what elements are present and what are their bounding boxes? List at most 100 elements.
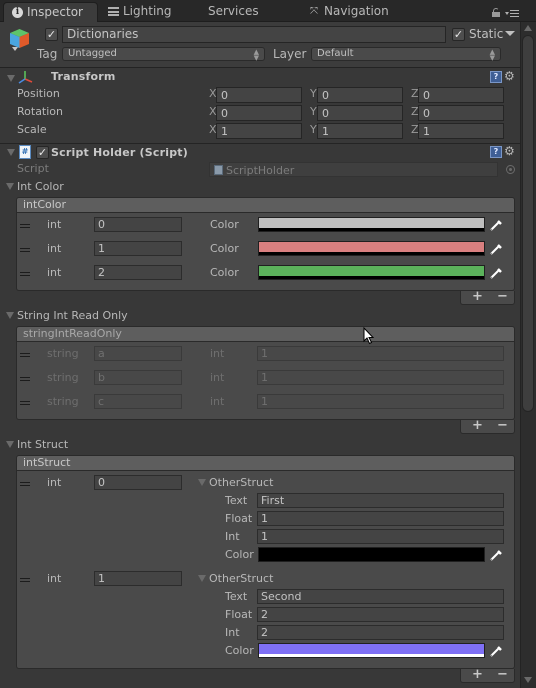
eyedropper-icon[interactable] — [489, 266, 503, 280]
remove-element-button[interactable]: − — [497, 290, 508, 304]
eyedropper-icon[interactable] — [489, 548, 503, 562]
int-color-foldout-label: Int Color — [17, 180, 64, 193]
tab-inspector[interactable]: i Inspector — [3, 2, 98, 22]
tab-navigation[interactable]: ⤧ Navigation — [310, 2, 420, 22]
color-field-label: Color — [225, 548, 254, 561]
axis-y-label: Y — [310, 87, 317, 100]
string-int-list-footer: + − — [460, 419, 515, 434]
tag-label: Tag — [37, 47, 58, 61]
alpha-bar — [259, 228, 484, 231]
int-struct-list-header: intStruct — [16, 455, 515, 471]
static-dropdown-arrow-icon[interactable] — [505, 31, 515, 36]
axis-y-label: Y — [310, 123, 317, 136]
scale-y-input[interactable]: 1 — [317, 123, 403, 139]
color-field-label: Color — [225, 644, 254, 657]
struct-text-input[interactable]: First — [257, 493, 504, 508]
tag-dropdown[interactable]: Untagged ▲ ▼ — [62, 47, 265, 62]
rotation-x-input[interactable]: 0 — [216, 105, 302, 121]
add-element-button[interactable]: + — [472, 290, 483, 304]
scale-x-input[interactable]: 1 — [216, 123, 302, 139]
alpha-bar — [259, 558, 484, 561]
color-swatch[interactable] — [258, 547, 485, 562]
alpha-bar — [259, 276, 484, 279]
script-foldout-arrow[interactable] — [7, 149, 15, 156]
struct-text-input[interactable]: Second — [257, 589, 504, 604]
scale-z-input[interactable]: 1 — [418, 123, 504, 139]
script-value: ScriptHolder — [226, 164, 295, 177]
other-struct-foldout-arrow[interactable] — [198, 575, 206, 582]
gear-icon[interactable]: ⚙ — [504, 70, 515, 82]
int-key-input[interactable]: 2 — [94, 265, 182, 280]
help-book-icon[interactable]: ? — [490, 71, 502, 83]
int-struct-foldout-label: Int Struct — [17, 438, 69, 451]
drag-handle[interactable] — [20, 272, 30, 276]
info-icon: i — [12, 7, 23, 18]
transform-foldout-arrow[interactable] — [7, 75, 15, 82]
int-struct-foldout-arrow[interactable] — [6, 441, 14, 448]
int-value-field: 1 — [257, 370, 504, 385]
eyedropper-icon[interactable] — [489, 218, 503, 232]
add-element-button[interactable]: + — [472, 668, 483, 682]
color-swatch[interactable] — [258, 241, 485, 256]
drag-handle[interactable] — [20, 377, 30, 381]
help-book-icon[interactable]: ? — [490, 146, 502, 158]
scrollbar-thumb[interactable] — [522, 35, 534, 412]
drag-handle[interactable] — [20, 248, 30, 252]
int-color-list-footer: + − — [460, 290, 515, 305]
color-swatch[interactable] — [258, 217, 485, 232]
layer-dropdown-value: Default — [317, 48, 354, 59]
scroll-up-arrow-icon[interactable] — [524, 25, 532, 31]
drag-handle[interactable] — [20, 578, 30, 582]
scroll-down-arrow-icon[interactable] — [524, 677, 532, 683]
add-element-button[interactable]: + — [472, 419, 483, 433]
other-struct-foldout-arrow[interactable] — [198, 479, 206, 486]
struct-float-input[interactable]: 2 — [257, 607, 504, 622]
drag-handle[interactable] — [20, 353, 30, 357]
tab-lighting-label: Lighting — [123, 4, 172, 18]
position-x-input[interactable]: 0 — [216, 87, 302, 103]
struct-float-input[interactable]: 1 — [257, 511, 504, 526]
color-swatch[interactable] — [258, 643, 485, 658]
int-color-foldout-arrow[interactable] — [6, 183, 14, 190]
active-checkbox[interactable]: ✓ — [45, 28, 58, 41]
int-key-input[interactable]: 1 — [94, 241, 182, 256]
position-label: Position — [17, 87, 60, 100]
position-y-input[interactable]: 0 — [317, 87, 403, 103]
float-field-label: Float — [225, 512, 253, 525]
eyedropper-icon[interactable] — [489, 644, 503, 658]
int-key-input[interactable]: 0 — [94, 217, 182, 232]
int-field-label: Int — [225, 626, 240, 639]
script-enabled-checkbox[interactable]: ✓ — [36, 146, 49, 159]
drag-handle[interactable] — [20, 224, 30, 228]
rotation-y-input[interactable]: 0 — [317, 105, 403, 121]
tab-services[interactable]: Services — [208, 2, 288, 22]
object-name-input[interactable]: Dictionaries — [62, 26, 446, 43]
string-key-field: a — [94, 346, 182, 361]
color-swatch[interactable] — [258, 265, 485, 280]
drag-handle[interactable] — [20, 482, 30, 486]
gear-icon[interactable]: ⚙ — [504, 145, 515, 157]
tab-lighting[interactable]: Lighting — [108, 2, 198, 22]
layer-dropdown[interactable]: Default ▲ ▼ — [311, 47, 501, 62]
rotation-z-input[interactable]: 0 — [418, 105, 504, 121]
position-z-input[interactable]: 0 — [418, 87, 504, 103]
lock-icon[interactable] — [492, 8, 500, 17]
drag-handle[interactable] — [20, 401, 30, 405]
object-picker-icon — [506, 165, 515, 174]
text-field-label: Text — [225, 590, 248, 603]
script-object-field: ScriptHolder — [209, 162, 498, 177]
layer-label: Layer — [273, 47, 307, 61]
int-key-input[interactable]: 1 — [94, 571, 182, 586]
text-field-label: Text — [225, 494, 248, 507]
eyedropper-icon[interactable] — [489, 242, 503, 256]
mouse-cursor-icon — [363, 326, 375, 345]
menu-icon[interactable] — [505, 9, 519, 19]
static-checkbox[interactable]: ✓ — [452, 28, 465, 41]
string-int-foldout-arrow[interactable] — [6, 312, 14, 319]
remove-element-button[interactable]: − — [497, 668, 508, 682]
color-label: Color — [210, 266, 239, 279]
remove-element-button[interactable]: − — [497, 419, 508, 433]
struct-int-input[interactable]: 2 — [257, 625, 504, 640]
int-key-input[interactable]: 0 — [94, 475, 182, 490]
struct-int-input[interactable]: 1 — [257, 529, 504, 544]
